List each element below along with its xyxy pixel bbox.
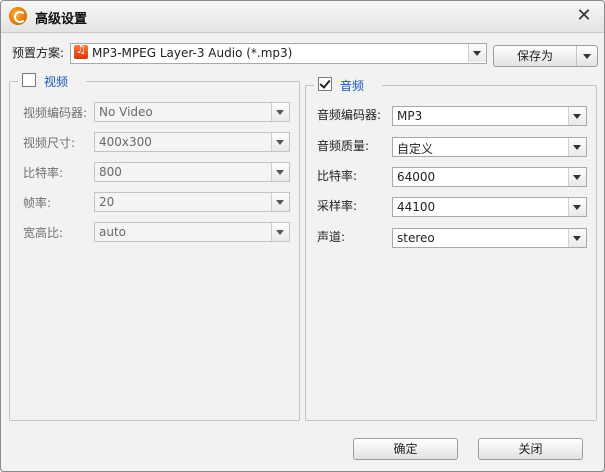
- audio-quality-label: 音频质量:: [317, 139, 370, 153]
- audio-group-header: 音频: [314, 76, 382, 96]
- video-framerate-label: 帧率:: [23, 196, 52, 210]
- audio-channels-value: stereo: [397, 231, 435, 245]
- preset-label: 预置方案:: [12, 46, 65, 60]
- audio-quality-select[interactable]: 自定义: [392, 137, 587, 157]
- video-bitrate-value: 800: [99, 165, 122, 179]
- chevron-down-icon[interactable]: [568, 107, 586, 125]
- video-bitrate-select[interactable]: 800: [94, 162, 290, 182]
- audio-bitrate-value: 64000: [397, 170, 436, 184]
- audio-bitrate-select[interactable]: 64000: [392, 167, 587, 187]
- audio-group-title: 音频: [340, 79, 365, 93]
- video-size-value: 400x300: [99, 135, 152, 149]
- audio-enable-checkbox[interactable]: [318, 77, 332, 91]
- app-logo-icon: [9, 7, 27, 25]
- video-aspect-label: 宽高比:: [23, 226, 64, 240]
- preset-select[interactable]: MP3-MPEG Layer-3 Audio (*.mp3): [70, 43, 487, 64]
- video-size-select[interactable]: 400x300: [94, 132, 290, 152]
- ok-button[interactable]: 确定: [353, 438, 458, 460]
- video-bitrate-label: 比特率:: [23, 166, 64, 180]
- chevron-down-icon[interactable]: [271, 133, 289, 151]
- video-group-header: 视频: [18, 72, 86, 92]
- audio-quality-value: 自定义: [397, 142, 434, 156]
- audio-samplerate-value: 44100: [397, 200, 436, 214]
- video-framerate-value: 20: [99, 195, 115, 209]
- close-button[interactable]: 关闭: [478, 438, 583, 460]
- video-enable-checkbox[interactable]: [22, 73, 36, 87]
- preset-value: MP3-MPEG Layer-3 Audio (*.mp3): [92, 46, 293, 60]
- audio-channels-select[interactable]: stereo: [392, 228, 587, 248]
- chevron-down-icon[interactable]: [568, 198, 586, 216]
- chevron-down-icon[interactable]: [568, 229, 586, 247]
- advanced-settings-dialog: 高级设置 ✕ 预置方案: MP3-MPEG Layer-3 Audio (*.m…: [0, 0, 605, 472]
- chevron-down-icon[interactable]: [468, 44, 486, 62]
- video-size-label: 视频尺寸:: [23, 136, 76, 150]
- chevron-down-icon[interactable]: [576, 46, 597, 66]
- audio-bitrate-label: 比特率:: [317, 169, 358, 183]
- audio-channels-label: 声道:: [317, 230, 346, 244]
- video-codec-label: 视频编码器:: [23, 106, 88, 120]
- chevron-down-icon[interactable]: [271, 103, 289, 121]
- video-aspect-select[interactable]: auto: [94, 222, 290, 242]
- close-icon[interactable]: ✕: [574, 6, 594, 26]
- video-group-title: 视频: [44, 75, 69, 89]
- chevron-down-icon[interactable]: [271, 193, 289, 211]
- audio-codec-value: MP3: [397, 109, 423, 123]
- chevron-down-icon[interactable]: [271, 223, 289, 241]
- mp3-file-icon: [74, 43, 88, 59]
- audio-codec-label: 音频编码器:: [317, 108, 382, 122]
- audio-samplerate-label: 采样率:: [317, 199, 358, 213]
- video-aspect-value: auto: [99, 225, 127, 239]
- chevron-down-icon[interactable]: [568, 138, 586, 156]
- save-as-button[interactable]: 保存为: [493, 45, 598, 67]
- audio-group: 音频 音频编码器: MP3 音频质量: 自定义 比特率: 64000 采样率: …: [305, 76, 597, 421]
- audio-samplerate-select[interactable]: 44100: [392, 197, 587, 217]
- chevron-down-icon[interactable]: [271, 163, 289, 181]
- audio-codec-select[interactable]: MP3: [392, 106, 587, 126]
- chevron-down-icon[interactable]: [568, 168, 586, 186]
- dialog-title: 高级设置: [35, 12, 88, 27]
- video-group: 视频 视频编码器: No Video 视频尺寸: 400x300 比特率: 80…: [9, 72, 300, 421]
- video-framerate-select[interactable]: 20: [94, 192, 290, 212]
- save-as-label: 保存为: [516, 49, 553, 63]
- title-bar[interactable]: 高级设置 ✕: [1, 1, 604, 33]
- video-codec-select[interactable]: No Video: [94, 102, 290, 122]
- video-codec-value: No Video: [99, 105, 153, 119]
